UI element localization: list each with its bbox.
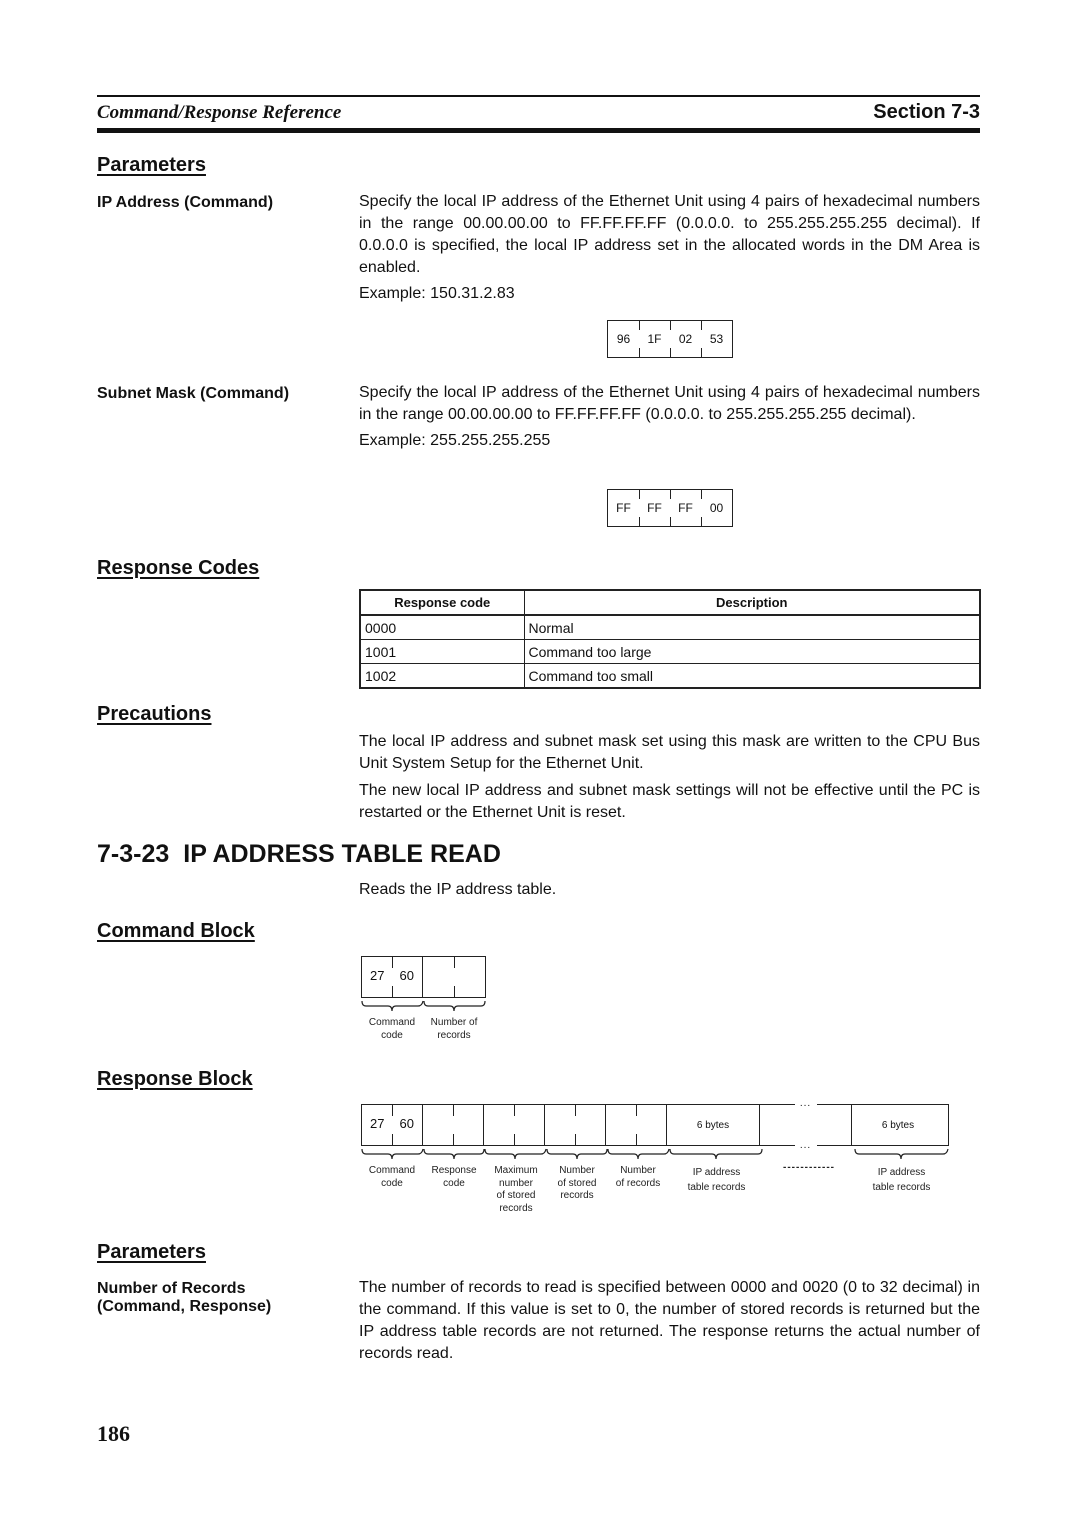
subnet-mask-description: Specify the local IP address of the Ethe… [359,384,980,423]
number-of-records-word [606,1105,667,1145]
table-header-row: Response code Description [359,589,981,616]
stored-records-word [545,1105,606,1145]
section-title: 7-3-23 IP ADDRESS TABLE READ [97,840,501,869]
heading-response-block: Response Block [97,1068,253,1090]
label-command-code: Command code [368,1165,416,1189]
byte-cell: 96 [616,332,631,346]
page-number: 186 [97,1421,130,1446]
section-number: 7-3-23 [97,840,170,868]
param-text-subnet-mask: Specify the local IP address of the Ethe… [359,382,980,452]
byte-cell: 53 [701,321,732,357]
byte-cell: 1F [639,321,670,357]
param-label-subnet-mask: Subnet Mask (Command) [97,385,290,402]
ellipsis-top: ... [794,1099,817,1109]
ip-table-record-field: 6 bytes [667,1105,760,1145]
repeated-records-gap: ... ... [760,1099,852,1151]
heading-parameters: Parameters [97,154,206,176]
max-stored-records-word [484,1105,545,1145]
response-codes-table: Response code Description 0000 Normal 10… [359,589,981,689]
param-label-number-of-records: Number of Records (Command, Response) [97,1280,272,1315]
param-text-ip-address: Specify the local IP address of the Ethe… [359,191,980,305]
table-row: 1002 Command too small [359,663,981,689]
response-block-braces [361,1148,949,1160]
label-number-of-records: Number of records [430,1017,478,1041]
command-code-byte: 60 [399,968,414,983]
label-command-code: Command code [368,1017,416,1041]
label-ip-table-records: IP address table records [687,1167,746,1193]
number-of-records-word [423,957,484,997]
label-max-stored-records: Maximum number of stored records [494,1165,538,1214]
section-intro: Reads the IP address table. [359,881,557,898]
command-code-word: 27 60 [362,957,423,997]
response-block-diagram: 27 60 6 bytes ... ... 6 bytes [361,1099,949,1151]
response-code-cell: 1002 [359,663,525,689]
section-title-text: IP ADDRESS TABLE READ [183,840,501,868]
running-header-section: Section 7-3 [873,101,980,123]
label-number-of-records: Number of records [615,1165,661,1189]
description-cell: Normal [523,614,981,640]
response-code-cell: 1001 [359,639,525,664]
header-rule-bottom [97,128,980,133]
response-code-word [423,1105,484,1145]
label-ip-table-records: IP address table records [872,1167,931,1193]
subnet-mask-example: Example: 255.255.255.255 [359,432,551,449]
column-header: Response code [359,589,525,616]
byte-cell: FF [639,490,670,526]
running-header-title: Command/Response Reference [97,102,342,123]
header-rule-top [97,95,980,97]
param-text-number-of-records: The number of records to read is specifi… [359,1279,980,1362]
ip-address-byte-diagram: 96 1F 02 53 [607,320,733,358]
table-row: 1001 Command too large [359,639,981,664]
precaution-paragraph: The local IP address and subnet mask set… [359,733,980,772]
byte-cell: FF [670,490,701,526]
byte-cell: 00 [701,490,732,526]
subnet-mask-byte-diagram: FF FF FF 00 [607,489,733,527]
param-label-ip-address: IP Address (Command) [97,194,274,211]
ip-address-description: Specify the local IP address of the Ethe… [359,193,980,276]
label-response-code: Response code [431,1165,477,1189]
heading-parameters: Parameters [97,1241,206,1263]
command-code-byte: 27 [370,968,385,983]
precaution-paragraph: The new local IP address and subnet mask… [359,782,980,821]
ip-address-example: Example: 150.31.2.83 [359,285,515,302]
label-repeat-dashes: ------------ [783,1162,835,1173]
command-code-byte: 60 [399,1116,414,1131]
command-block-braces [361,1000,486,1012]
description-cell: Command too large [523,639,981,664]
label-stored-records: Number of stored records [557,1165,597,1201]
heading-command-block: Command Block [97,920,255,942]
command-block-diagram: 27 60 [361,956,486,998]
command-code-word: 27 60 [362,1105,423,1145]
description-cell: Command too small [523,663,981,689]
column-header: Description [523,589,981,616]
precautions-text: The local IP address and subnet mask set… [359,731,980,824]
ip-table-record-field: 6 bytes [881,1119,915,1131]
heading-response-codes: Response Codes [97,557,260,579]
heading-precautions: Precautions [97,703,212,725]
response-code-cell: 0000 [359,614,525,640]
byte-cell: FF [616,501,631,515]
table-row: 0000 Normal [359,614,981,640]
command-code-byte: 27 [370,1116,385,1131]
byte-cell: 02 [670,321,701,357]
